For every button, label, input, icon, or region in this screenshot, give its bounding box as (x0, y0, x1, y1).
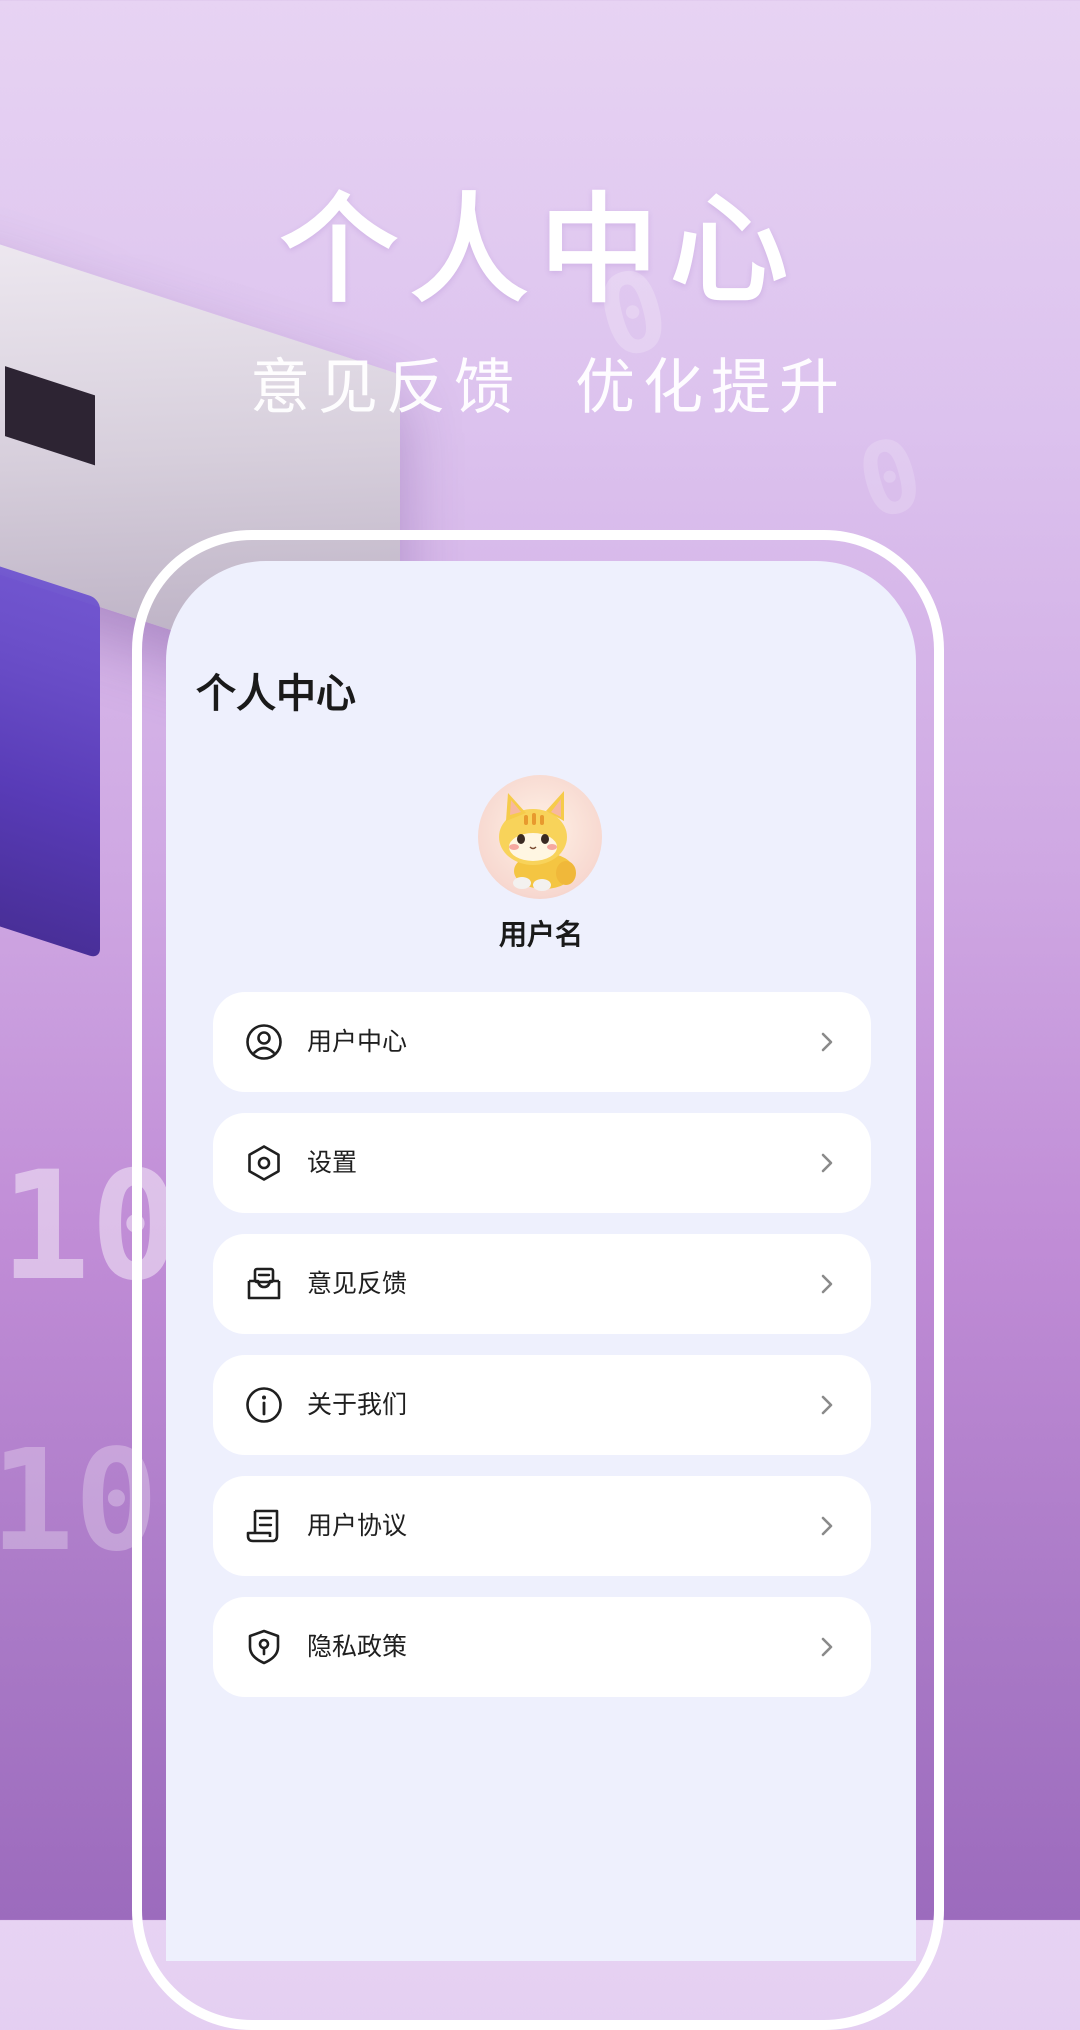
username: 用户名 (498, 918, 583, 951)
chevron-right-icon (817, 1272, 837, 1296)
menu-item-feedback[interactable]: 意见反馈 (213, 1234, 871, 1334)
background-binary-digits: 0 (845, 414, 935, 543)
chevron-right-icon (817, 1393, 837, 1417)
menu-item-privacy-policy[interactable]: 隐私政策 (213, 1597, 871, 1697)
chevron-right-icon (817, 1635, 837, 1659)
chevron-right-icon (817, 1514, 837, 1538)
menu-item-label: 关于我们 (307, 1390, 408, 1419)
menu-item-label: 意见反馈 (307, 1269, 408, 1298)
menu-item-label: 设置 (307, 1148, 358, 1177)
avatar[interactable] (478, 775, 602, 899)
menu-item-user-agreement[interactable]: 用户协议 (213, 1476, 871, 1576)
menu-item-label: 隐私政策 (307, 1632, 408, 1661)
phone-screen: 个人中心 用户名 用户中心 设置 意见反馈 关于我们 用户协议 隐私政策 (166, 561, 916, 1961)
page-title: 个人中心 (196, 671, 356, 717)
document-scroll-icon (245, 1507, 283, 1545)
cat-avatar-icon (499, 791, 576, 891)
menu-item-label: 用户中心 (307, 1027, 408, 1056)
menu-list: 用户中心 设置 意见反馈 关于我们 用户协议 隐私政策 (213, 992, 871, 1718)
feedback-inbox-icon (245, 1265, 283, 1303)
menu-item-about-us[interactable]: 关于我们 (213, 1355, 871, 1455)
chevron-right-icon (817, 1030, 837, 1054)
menu-item-settings[interactable]: 设置 (213, 1113, 871, 1213)
usb-hole (5, 366, 95, 466)
chevron-right-icon (817, 1151, 837, 1175)
promo-subtitle-right: 优化提升 (575, 353, 847, 423)
info-icon (245, 1386, 283, 1424)
promo-subtitle-left: 意见反馈 (250, 353, 522, 423)
settings-hexagon-icon (245, 1144, 283, 1182)
promo-headline: 个人中心 (279, 181, 800, 319)
shield-lock-icon (245, 1628, 283, 1666)
user-circle-icon (245, 1023, 283, 1061)
menu-item-label: 用户协议 (307, 1511, 408, 1540)
menu-item-user-center[interactable]: 用户中心 (213, 992, 871, 1092)
